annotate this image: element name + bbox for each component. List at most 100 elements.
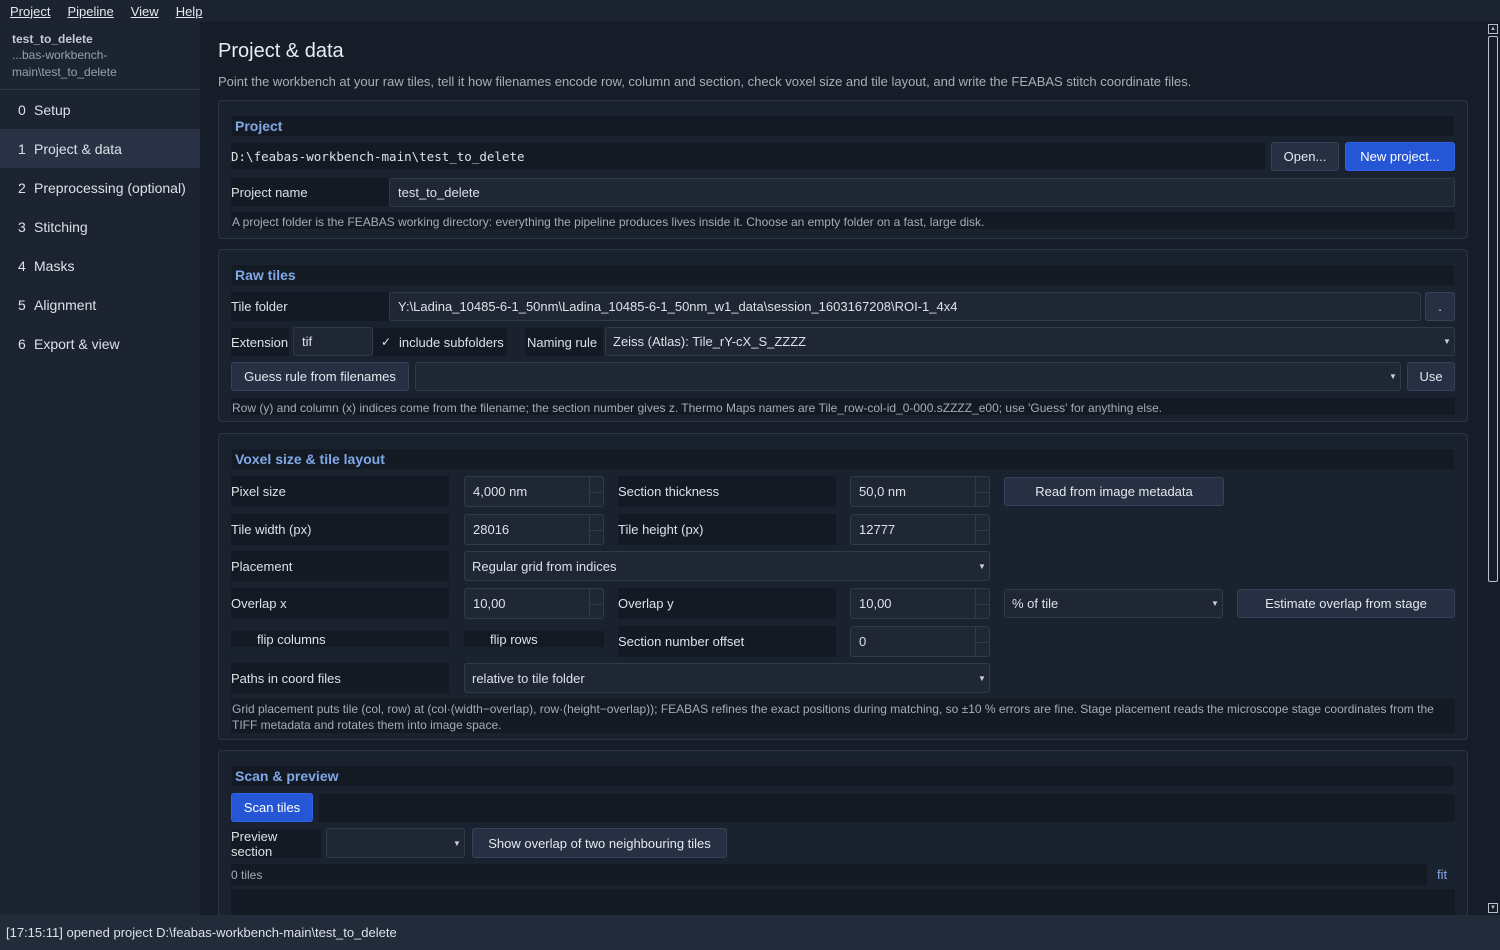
preview-section-select[interactable]: ▼ (326, 828, 465, 858)
project-header: test_to_delete ...bas-workbench- main\te… (0, 22, 200, 90)
overlap-x-label: Overlap x (231, 588, 449, 619)
spin-arrows-icon[interactable] (589, 515, 603, 544)
menu-view[interactable]: View (121, 4, 166, 19)
extension-label: Extension (231, 328, 289, 356)
section-offset-input[interactable]: 0 (850, 626, 990, 657)
fit-link[interactable]: fit (1437, 864, 1457, 885)
group-title: Voxel size & tile layout (232, 449, 1454, 469)
group-title: Raw tiles (232, 265, 1454, 285)
chevron-down-icon: ▼ (978, 673, 986, 683)
sidebar-item-masks[interactable]: 4 Masks (0, 246, 200, 285)
chevron-down-icon: ▼ (453, 838, 461, 848)
naming-rule-select[interactable]: Zeiss (Atlas): Tile_rY-cX_S_ZZZZ ▼ (605, 327, 1455, 356)
sidebar-item-label: Project & data (34, 140, 122, 157)
project-name-input[interactable]: test_to_delete (389, 178, 1455, 207)
project-name-label: Project name (231, 178, 389, 206)
tile-width-input[interactable]: 28016 (464, 514, 604, 545)
group-title: Project (232, 116, 1454, 136)
spin-arrows-icon[interactable] (975, 515, 989, 544)
sidebar-item-project-data[interactable]: 1 Project & data (0, 129, 200, 168)
guessed-rule-select[interactable]: ▼ (415, 362, 1401, 391)
scroll-down-icon[interactable]: ▼ (1488, 903, 1498, 913)
menu-help[interactable]: Help (166, 4, 210, 19)
sidebar-item-export-view[interactable]: 6 Export & view (0, 324, 200, 363)
vertical-scrollbar[interactable]: ▲ ▼ (1486, 22, 1500, 915)
menu-bar: Project Pipeline View Help (0, 0, 1500, 22)
raw-tiles-hint: Row (y) and column (x) indices come from… (231, 398, 1455, 415)
tile-folder-label: Tile folder (231, 292, 389, 321)
tile-height-input[interactable]: 12777 (850, 514, 990, 545)
sidebar-item-alignment[interactable]: 5 Alignment (0, 285, 200, 324)
sidebar-item-stitching[interactable]: 3 Stitching (0, 207, 200, 246)
spin-arrows-icon[interactable] (975, 627, 989, 656)
pixel-size-input[interactable]: 4,000 nm (464, 476, 604, 507)
sidebar: test_to_delete ...bas-workbench- main\te… (0, 22, 200, 915)
status-bar: [17:15:11] opened project D:\feabas-work… (0, 915, 1500, 950)
voxel-layout-group: Voxel size & tile layout Pixel size 4,00… (218, 433, 1468, 740)
overlap-unit-select[interactable]: % of tile ▼ (1004, 589, 1223, 618)
project-path-line2: main\test_to_delete (12, 65, 117, 79)
open-project-button[interactable]: Open... (1271, 142, 1339, 171)
page-description: Point the workbench at your raw tiles, t… (218, 74, 1192, 89)
pixel-size-label: Pixel size (231, 476, 449, 507)
tile-folder-input[interactable]: Y:\Ladina_10485-6-1_50nm\Ladina_10485-6-… (389, 292, 1421, 321)
group-title: Scan & preview (232, 766, 1454, 786)
paths-in-coord-label: Paths in coord files (231, 663, 449, 693)
use-rule-button[interactable]: Use (1407, 362, 1455, 391)
spin-arrows-icon[interactable] (589, 477, 603, 506)
spin-arrows-icon[interactable] (975, 589, 989, 618)
sidebar-item-label: Export & view (34, 335, 120, 352)
chevron-down-icon: ▼ (1211, 599, 1219, 608)
project-path-line1: ...bas-workbench- (12, 48, 108, 62)
preview-canvas[interactable] (231, 889, 1455, 915)
scan-progress-area (319, 794, 1455, 822)
naming-rule-label: Naming rule (525, 328, 603, 356)
placement-value: Regular grid from indices (472, 558, 617, 574)
sidebar-item-label: Masks (34, 257, 75, 274)
new-project-button[interactable]: New project... (1345, 142, 1455, 171)
voxel-hint: Grid placement puts tile (col, row) at (… (231, 699, 1455, 733)
sidebar-item-label: Stitching (34, 218, 88, 235)
flip-columns-label: flip columns (257, 631, 326, 647)
extension-input[interactable]: tif (293, 327, 373, 356)
menu-pipeline[interactable]: Pipeline (57, 4, 120, 19)
tile-height-label: Tile height (px) (618, 514, 836, 545)
overlap-y-input[interactable]: 10,00 (850, 588, 990, 619)
flip-rows-checkbox[interactable]: flip rows (464, 631, 604, 647)
scrollbar-thumb[interactable] (1488, 36, 1498, 582)
preview-section-label: Preview section (231, 829, 321, 859)
tiles-count: 0 tiles (231, 864, 1427, 885)
flip-rows-label: flip rows (490, 631, 538, 647)
sidebar-item-setup[interactable]: 0 Setup (0, 90, 200, 129)
spin-arrows-icon[interactable] (975, 477, 989, 506)
paths-in-coord-value: relative to tile folder (472, 670, 585, 686)
placement-select[interactable]: Regular grid from indices ▼ (464, 551, 990, 581)
include-subfolders-checkbox[interactable]: ✓ include subfolders (373, 328, 507, 356)
estimate-overlap-button[interactable]: Estimate overlap from stage (1237, 589, 1455, 618)
sidebar-item-label: Alignment (34, 296, 97, 313)
show-overlap-button[interactable]: Show overlap of two neighbouring tiles (472, 828, 727, 858)
sidebar-item-preprocessing[interactable]: 2 Preprocessing (optional) (0, 168, 200, 207)
check-icon: ✓ (380, 335, 392, 349)
section-thickness-input[interactable]: 50,0 nm (850, 476, 990, 507)
scroll-up-icon[interactable]: ▲ (1488, 24, 1498, 34)
flip-columns-checkbox[interactable]: flip columns (231, 631, 449, 647)
page-title: Project & data (218, 40, 344, 62)
paths-in-coord-select[interactable]: relative to tile folder ▼ (464, 663, 990, 693)
overlap-x-input[interactable]: 10,00 (464, 588, 604, 619)
spin-arrows-icon[interactable] (589, 589, 603, 618)
read-metadata-button[interactable]: Read from image metadata (1004, 477, 1224, 506)
naming-rule-value: Zeiss (Atlas): Tile_rY-cX_S_ZZZZ (613, 334, 807, 349)
chevron-down-icon: ▼ (1443, 337, 1451, 346)
tile-width-label: Tile width (px) (231, 514, 449, 545)
section-thickness-label: Section thickness (618, 476, 836, 507)
guess-rule-button[interactable]: Guess rule from filenames (231, 362, 409, 391)
overlap-unit-value: % of tile (1012, 596, 1059, 611)
browse-tile-folder-button[interactable]: . (1425, 292, 1455, 321)
scan-tiles-button[interactable]: Scan tiles (231, 793, 313, 822)
placement-label: Placement (231, 551, 449, 581)
sidebar-item-label: Setup (34, 101, 71, 118)
menu-project[interactable]: Project (0, 4, 57, 19)
project-path-display: D:\feabas-workbench-main\test_to_delete (231, 143, 1265, 169)
chevron-down-icon: ▼ (978, 561, 986, 571)
